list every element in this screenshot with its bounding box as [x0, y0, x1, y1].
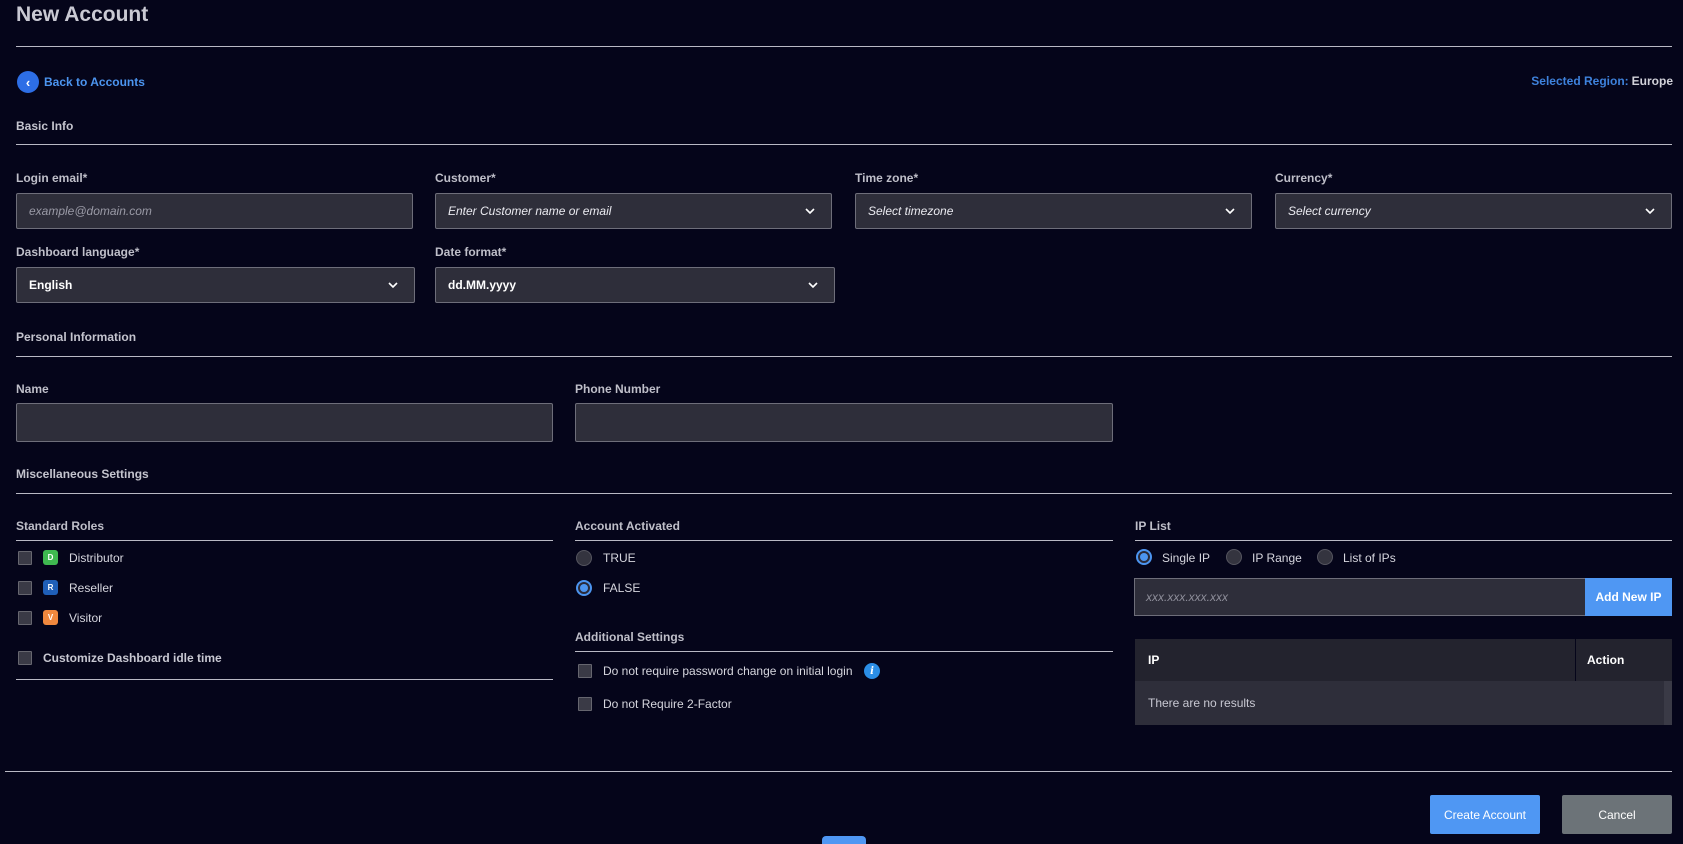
ip-list-divider	[1135, 540, 1672, 541]
standard-roles-heading: Standard Roles	[16, 519, 105, 533]
dashboard-language-value: English	[29, 278, 73, 292]
ip-range-label: IP Range	[1252, 551, 1302, 565]
dashboard-language-select[interactable]: English	[16, 267, 415, 303]
time-zone-select[interactable]: Select timezone	[855, 193, 1252, 229]
single-ip-radio[interactable]	[1136, 549, 1152, 565]
list-of-ips-label: List of IPs	[1343, 551, 1396, 565]
currency-select[interactable]: Select currency	[1275, 193, 1672, 229]
chevron-left-icon: ‹	[17, 71, 39, 93]
ip-table-header: IP Action	[1135, 639, 1672, 681]
bottom-tab-handle[interactable]	[822, 836, 866, 844]
chevron-down-icon	[805, 208, 815, 215]
standard-roles-divider	[16, 540, 553, 541]
additional-settings-divider	[575, 651, 1113, 652]
login-email-placeholder: example@domain.com	[29, 204, 152, 218]
time-zone-placeholder: Select timezone	[868, 204, 954, 218]
currency-label: Currency*	[1275, 171, 1333, 185]
customer-select[interactable]: Enter Customer name or email	[435, 193, 832, 229]
phone-field[interactable]	[575, 403, 1113, 442]
ip-column-header: IP	[1148, 653, 1160, 667]
currency-placeholder: Select currency	[1288, 204, 1371, 218]
login-email-label: Login email*	[16, 171, 88, 185]
back-to-accounts-link[interactable]: ‹ Back to Accounts	[17, 71, 145, 93]
customize-idle-checkbox[interactable]	[18, 651, 32, 665]
ip-address-input[interactable]: xxx.xxx.xxx.xxx	[1134, 578, 1586, 616]
chevron-down-icon	[1645, 208, 1655, 215]
single-ip-label: Single IP	[1162, 551, 1211, 565]
misc-settings-heading: Miscellaneous Settings	[16, 467, 149, 481]
reseller-badge: R	[43, 580, 58, 595]
action-column-header: Action	[1587, 653, 1625, 667]
ip-table-body: There are no results	[1135, 681, 1672, 725]
activated-true-label: TRUE	[603, 551, 636, 565]
distributor-badge: D	[43, 550, 58, 565]
table-scrollbar[interactable]	[1664, 681, 1672, 725]
customer-placeholder: Enter Customer name or email	[448, 204, 612, 218]
name-label: Name	[16, 382, 49, 396]
basic-info-heading: Basic Info	[16, 119, 74, 133]
visitor-checkbox[interactable]	[18, 611, 32, 625]
date-format-value: dd.MM.yyyy	[448, 278, 517, 292]
customize-idle-label: Customize Dashboard idle time	[43, 651, 222, 665]
basic-info-divider	[16, 144, 1672, 145]
personal-info-divider	[16, 356, 1672, 357]
activated-true-radio[interactable]	[576, 550, 592, 566]
reseller-label: Reseller	[69, 581, 114, 595]
ip-address-placeholder: xxx.xxx.xxx.xxx	[1146, 590, 1229, 604]
footer-divider	[5, 771, 1672, 772]
list-of-ips-radio[interactable]	[1317, 549, 1333, 565]
distributor-checkbox[interactable]	[18, 551, 32, 565]
time-zone-label: Time zone*	[855, 171, 919, 185]
region-label: Selected Region:	[1531, 74, 1629, 88]
activated-false-radio[interactable]	[576, 580, 592, 596]
date-format-select[interactable]: dd.MM.yyyy	[435, 267, 835, 303]
visitor-badge: V	[43, 610, 58, 625]
misc-divider	[16, 493, 1672, 494]
chevron-down-icon	[1225, 208, 1235, 215]
no-2fa-checkbox[interactable]	[578, 697, 592, 711]
phone-label: Phone Number	[575, 382, 661, 396]
dashboard-language-label: Dashboard language*	[16, 245, 140, 259]
account-activated-heading: Account Activated	[575, 519, 680, 533]
ip-list-heading: IP List	[1135, 519, 1171, 533]
empty-table-message: There are no results	[1148, 696, 1256, 710]
add-new-ip-button[interactable]: Add New IP	[1585, 578, 1672, 616]
customize-idle-divider	[16, 679, 553, 680]
additional-settings-heading: Additional Settings	[575, 630, 685, 644]
selected-region: Selected Region: Europe	[1531, 74, 1673, 88]
no-password-change-label: Do not require password change on initia…	[603, 664, 853, 678]
personal-info-heading: Personal Information	[16, 330, 137, 344]
chevron-down-icon	[808, 282, 818, 289]
no-2fa-label: Do not Require 2-Factor	[603, 697, 732, 711]
back-link-label: Back to Accounts	[44, 75, 145, 89]
page-title: New Account	[16, 3, 149, 26]
header-divider	[16, 46, 1672, 47]
column-divider	[1575, 639, 1576, 681]
login-email-field[interactable]: example@domain.com	[16, 193, 413, 229]
distributor-label: Distributor	[69, 551, 124, 565]
cancel-button[interactable]: Cancel	[1562, 795, 1672, 834]
visitor-label: Visitor	[69, 611, 103, 625]
chevron-down-icon	[388, 282, 398, 289]
activated-false-label: FALSE	[603, 581, 641, 595]
account-activated-divider	[575, 540, 1113, 541]
info-icon[interactable]: i	[864, 663, 880, 679]
create-account-button[interactable]: Create Account	[1430, 795, 1540, 834]
name-field[interactable]	[16, 403, 553, 442]
no-password-change-checkbox[interactable]	[578, 664, 592, 678]
customer-label: Customer*	[435, 171, 496, 185]
date-format-label: Date format*	[435, 245, 507, 259]
reseller-checkbox[interactable]	[18, 581, 32, 595]
region-value: Europe	[1631, 74, 1673, 88]
ip-range-radio[interactable]	[1226, 549, 1242, 565]
